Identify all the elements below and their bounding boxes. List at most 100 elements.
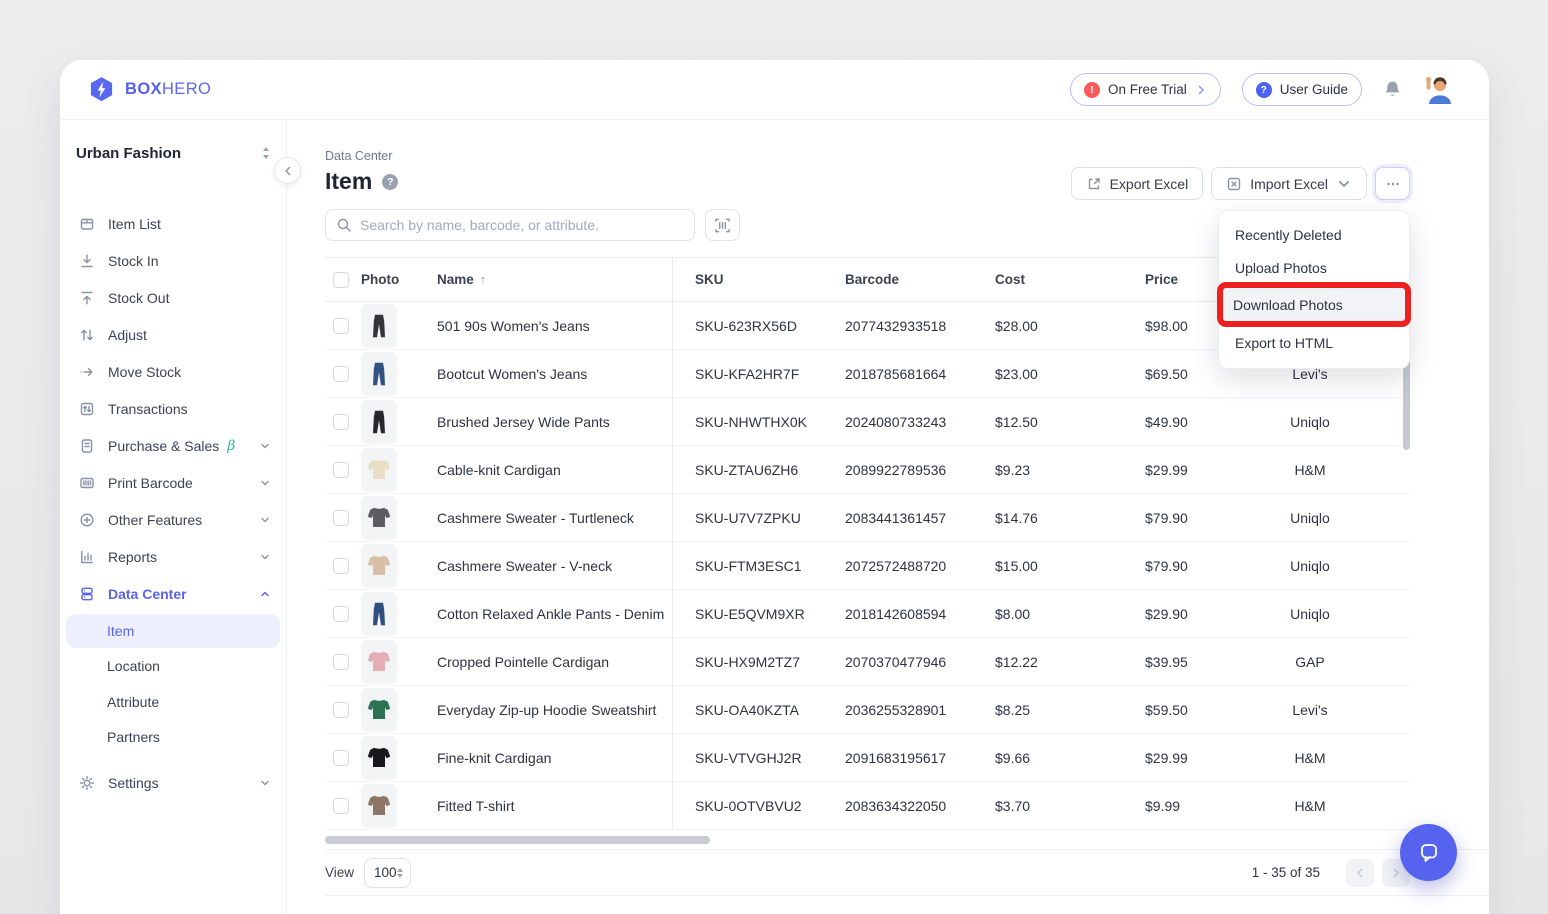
row-checkbox[interactable] [333, 798, 349, 814]
gear-icon [79, 775, 95, 791]
barcode-scan-button[interactable] [705, 209, 740, 241]
top-silhouette-icon [367, 747, 391, 768]
app-header: BOXHERO ! On Free Trial ? User Guide [60, 60, 1489, 120]
item-sku-cell: SKU-NHWTHX0K [672, 414, 822, 430]
select-all-checkbox[interactable] [333, 272, 349, 288]
item-brand-cell: Uniqlo [1250, 414, 1410, 430]
item-barcode-cell: 2083441361457 [822, 510, 972, 526]
item-sku-cell: SKU-U7V7ZPKU [672, 510, 822, 526]
sidebar-item-other-features[interactable]: Other Features [60, 501, 286, 538]
chevron-down-icon [259, 514, 271, 526]
sort-ascending-icon: ↑ [480, 272, 487, 287]
row-checkbox[interactable] [333, 558, 349, 574]
export-icon [1086, 176, 1102, 192]
previous-page-button[interactable] [1346, 859, 1374, 887]
item-sku-cell: SKU-E5QVM9XR [672, 606, 822, 622]
header-barcode[interactable]: Barcode [822, 272, 972, 287]
stepper-arrows-icon[interactable] [397, 868, 403, 878]
import-excel-button[interactable]: Import Excel [1211, 167, 1367, 200]
menu-item-recently-deleted[interactable]: Recently Deleted [1225, 218, 1403, 251]
sidebar-item-purchase-sales[interactable]: Purchase & Salesβ [60, 427, 286, 464]
table-row[interactable]: Cashmere Sweater - Turtleneck SKU-U7V7ZP… [325, 494, 1410, 542]
help-icon[interactable]: ? [382, 174, 398, 190]
menu-item-download-photos[interactable]: Download Photos [1223, 288, 1405, 321]
item-barcode-cell: 2083634322050 [822, 798, 972, 814]
chevron-down-icon [1336, 176, 1352, 192]
row-checkbox[interactable] [333, 366, 349, 382]
row-checkbox[interactable] [333, 654, 349, 670]
search-input[interactable] [360, 217, 684, 233]
horizontal-scrollbar[interactable] [325, 836, 1410, 844]
menu-item-export-to-html[interactable]: Export to HTML [1225, 326, 1403, 359]
item-name-cell: Fitted T-shirt [437, 798, 672, 814]
export-excel-button[interactable]: Export Excel [1071, 167, 1204, 200]
sidebar-item-stock-out[interactable]: Stock Out [60, 279, 286, 316]
item-name-cell: Bootcut Women's Jeans [437, 366, 672, 382]
row-checkbox[interactable] [333, 606, 349, 622]
row-checkbox[interactable] [333, 414, 349, 430]
pagination-range: 1 - 35 of 35 [1252, 865, 1320, 880]
free-trial-pill[interactable]: ! On Free Trial [1070, 73, 1221, 106]
sidebar-item-print-barcode[interactable]: Print Barcode [60, 464, 286, 501]
table-row[interactable]: Brushed Jersey Wide Pants SKU-NHWTHX0K 2… [325, 398, 1410, 446]
user-guide-pill[interactable]: ? User Guide [1242, 73, 1362, 106]
table-row[interactable]: Cotton Relaxed Ankle Pants - Denim SKU-E… [325, 590, 1410, 638]
item-barcode-cell: 2072572488720 [822, 558, 972, 574]
sidebar-item-adjust[interactable]: Adjust [60, 316, 286, 353]
item-photo [361, 688, 397, 732]
sidebar-subitem-partners[interactable]: Partners [66, 720, 280, 754]
top-silhouette-icon [367, 507, 391, 528]
pants-silhouette-icon [371, 602, 387, 626]
header-name[interactable]: Name↑ [437, 272, 672, 287]
item-sku-cell: SKU-VTVGHJ2R [672, 750, 822, 766]
box-icon [79, 216, 95, 232]
sidebar-collapse-button[interactable] [274, 157, 301, 184]
sidebar-subitem-attribute[interactable]: Attribute [66, 685, 280, 719]
item-price-cell: $79.90 [1122, 558, 1250, 574]
sidebar-item-transactions[interactable]: Transactions [60, 390, 286, 427]
notification-bell-icon[interactable] [1383, 80, 1402, 100]
table-row[interactable]: Cashmere Sweater - V-neck SKU-FTM3ESC1 2… [325, 542, 1410, 590]
sidebar-item-data-center[interactable]: Data Center [60, 575, 286, 612]
item-name-cell: Cotton Relaxed Ankle Pants - Denim [437, 606, 672, 622]
sidebar-item-item-list[interactable]: Item List [60, 205, 286, 242]
database-icon [79, 586, 95, 602]
item-cost-cell: $12.22 [972, 654, 1122, 670]
ellipsis-icon [1385, 176, 1401, 192]
vertical-scrollbar-thumb[interactable] [1403, 355, 1410, 450]
row-checkbox[interactable] [333, 318, 349, 334]
more-actions-button[interactable] [1375, 167, 1410, 200]
excel-file-icon [1226, 176, 1242, 192]
sidebar-item-reports[interactable]: Reports [60, 538, 286, 575]
header-cost[interactable]: Cost [972, 272, 1122, 287]
table-row[interactable]: Everyday Zip-up Hoodie Sweatshirt SKU-OA… [325, 686, 1410, 734]
item-cost-cell: $3.70 [972, 798, 1122, 814]
page-size-stepper[interactable]: 100 [364, 858, 411, 888]
document-icon [79, 438, 95, 454]
sidebar-subitem-location[interactable]: Location [66, 649, 280, 683]
arrow-right-dotted-icon [79, 364, 95, 380]
sidebar-item-settings[interactable]: Settings [60, 765, 286, 802]
app-window: BOXHERO ! On Free Trial ? User Guide [60, 60, 1489, 914]
menu-item-upload-photos[interactable]: Upload Photos [1225, 251, 1403, 284]
sidebar-subitem-item[interactable]: Item [66, 614, 280, 648]
item-photo [361, 640, 397, 684]
table-row[interactable]: Cropped Pointelle Cardigan SKU-HX9M2TZ7 … [325, 638, 1410, 686]
table-row[interactable]: Cable-knit Cardigan SKU-ZTAU6ZH6 2089922… [325, 446, 1410, 494]
item-price-cell: $59.50 [1122, 702, 1250, 718]
row-checkbox[interactable] [333, 462, 349, 478]
table-row[interactable]: Fitted T-shirt SKU-0OTVBVU2 208363432205… [325, 782, 1410, 830]
row-checkbox[interactable] [333, 750, 349, 766]
company-selector[interactable]: Urban Fashion [60, 138, 286, 168]
user-avatar[interactable] [1423, 75, 1452, 104]
sidebar-item-stock-in[interactable]: Stock In [60, 242, 286, 279]
boxhero-logo[interactable]: BOXHERO [88, 76, 211, 103]
chat-support-button[interactable] [1400, 824, 1457, 881]
row-checkbox[interactable] [333, 510, 349, 526]
row-checkbox[interactable] [333, 702, 349, 718]
item-name-cell: Cable-knit Cardigan [437, 462, 672, 478]
horizontal-scrollbar-thumb[interactable] [325, 836, 710, 844]
sidebar-item-move-stock[interactable]: Move Stock [60, 353, 286, 390]
header-sku[interactable]: SKU [672, 272, 822, 287]
table-row[interactable]: Fine-knit Cardigan SKU-VTVGHJ2R 20916831… [325, 734, 1410, 782]
